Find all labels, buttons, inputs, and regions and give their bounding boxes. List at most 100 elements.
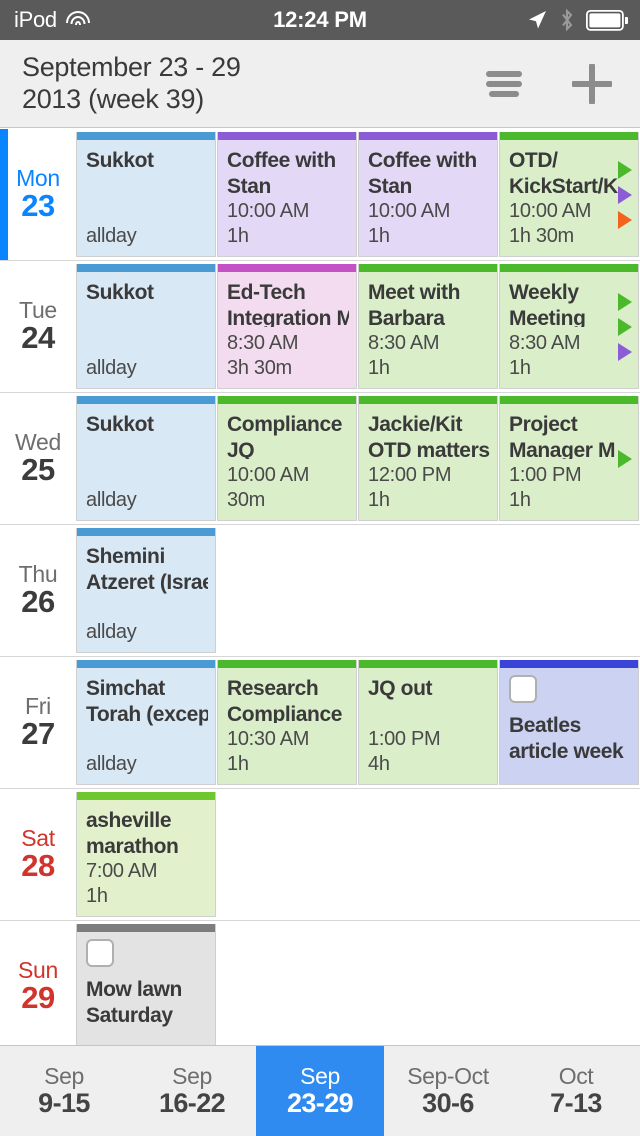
day-number-label: 27 <box>21 716 55 752</box>
event-block[interactable]: Ed-Tech Integration M 8:30 AM3h 30m <box>217 264 357 389</box>
day-row[interactable]: Sun 29 Mow lawn Saturday <box>0 921 640 1045</box>
day-row[interactable]: Tue24 Sukkot allday Ed-Tech Integration M 8:… <box>0 261 640 393</box>
event-color-bar <box>500 396 638 404</box>
week-grid[interactable]: Mon 23 Sukkot allday Coffee with Stan 10:00 A… <box>0 129 640 1045</box>
event-block[interactable]: JQ out 1:00 PM 4h <box>358 660 498 785</box>
status-bar: iPod 12:24 PM <box>0 0 640 40</box>
day-of-week-label: Sat <box>21 825 55 852</box>
week-selector-bar[interactable]: Sep 9-15 Sep 16-22 Sep 23-29 Sep-Oct 30-6 Oct 7-1… <box>0 1045 640 1136</box>
event-block[interactable]: Weekly Meeting 8:30 AM 1h <box>499 264 639 389</box>
event-block[interactable]: Shemini Atzeret (Israe allday <box>76 528 216 653</box>
event-color-bar <box>359 660 497 668</box>
event-color-bar <box>218 264 356 272</box>
day-events: Mow lawn Saturday <box>76 921 640 1045</box>
day-row[interactable]: Wed 25 Sukkot allday Compliance JQ 10:00 AM 30… <box>0 393 640 525</box>
event-color-bar <box>500 264 638 272</box>
day-number-label: 24 <box>21 320 55 356</box>
event-color-bar <box>77 396 215 404</box>
day-number-label: 26 <box>21 584 55 620</box>
event-block[interactable]: asheville marathon 7:00 AM 1h <box>76 792 216 917</box>
event-start-time: 8:30 AM <box>368 332 440 355</box>
day-label[interactable]: Sun 29 <box>0 921 76 1045</box>
event-duration: 3h 30m <box>227 356 292 379</box>
plus-icon[interactable] <box>572 63 612 104</box>
event-title: Beatles article week <box>509 714 624 763</box>
task-checkbox[interactable] <box>86 939 114 967</box>
event-title: Ed-Tech Integration M <box>227 281 349 328</box>
day-events: Shemini Atzeret (Israe allday <box>76 525 640 656</box>
day-label[interactable]: Tue 24 <box>0 261 76 392</box>
event-title: Jackie/Kit OTD matters <box>368 413 490 460</box>
day-of-week-label: Mon <box>16 165 60 192</box>
event-start-time: 10:00 AM <box>509 200 592 223</box>
event-duration: 1h <box>368 224 390 247</box>
week-selector-days: 16-22 <box>158 1087 226 1118</box>
event-title: Sukkot <box>86 413 154 436</box>
event-title: Sukkot <box>86 149 154 172</box>
week-selector-days: 23-29 <box>286 1087 354 1118</box>
week-selector-item[interactable]: Sep-Oct 30-6 <box>384 1046 512 1136</box>
event-color-bar <box>500 132 638 140</box>
event-spacer <box>368 702 490 728</box>
calendar-week-screen: iPod 12:24 PM September 23 - 29 2013 (we… <box>0 0 640 1136</box>
week-selector-month: Sep <box>300 1062 340 1089</box>
event-duration: 1h <box>509 356 531 379</box>
event-block[interactable]: Jackie/Kit OTD matters 12:00 PM 1h <box>358 396 498 521</box>
week-selector-month: Sep <box>172 1062 212 1089</box>
event-color-bar <box>359 264 497 272</box>
event-title: Mow lawn Saturday <box>86 978 182 1027</box>
day-row[interactable]: Mon 23 Sukkot allday Coffee with Stan 10:00 A… <box>0 129 640 261</box>
event-start-time: 12:00 PM <box>368 464 452 487</box>
event-duration: 1h <box>368 488 390 511</box>
day-events: Sukkot allday Coffee with Stan 10:00 AM 1h Co… <box>76 129 640 260</box>
week-selector-month: Oct <box>558 1062 594 1089</box>
event-spacer <box>86 595 208 621</box>
event-title: Weekly Meeting <box>509 281 586 328</box>
task-checkbox[interactable] <box>509 675 537 703</box>
event-block[interactable]: Sukkot allday <box>76 264 216 389</box>
event-block[interactable]: Sukkot allday <box>76 132 216 257</box>
event-block[interactable]: Sukkot allday <box>76 396 216 521</box>
event-title: Coffee with Stan <box>227 149 336 196</box>
day-label[interactable]: Mon 23 <box>0 129 76 260</box>
day-row[interactable]: Fri 27 Simchat Torah (excep allday Research … <box>0 657 640 789</box>
event-title: OTD/ KickStart/K <box>509 149 618 196</box>
event-block[interactable]: Coffee with Stan 10:00 AM 1h <box>358 132 498 257</box>
week-selector-item[interactable]: Sep 9-15 <box>0 1046 128 1136</box>
day-row[interactable]: Sat 28 asheville marathon 7:00 AM 1h <box>0 789 640 921</box>
event-start-time: 8:30 AM <box>509 332 581 355</box>
event-start-time: 10:00 AM <box>227 464 310 487</box>
event-title: Compliance JQ <box>227 413 343 460</box>
week-selector-item[interactable]: Sep 23-29 <box>256 1046 384 1136</box>
event-block[interactable]: Simchat Torah (excep allday <box>76 660 216 785</box>
day-number-label: 29 <box>21 980 55 1016</box>
task-block[interactable]: Mow lawn Saturday <box>76 924 216 1045</box>
event-duration: 1h <box>227 224 249 247</box>
page-title-line1: September 23 - 29 <box>22 51 241 82</box>
event-spacer <box>86 438 208 489</box>
day-label[interactable]: Thu 26 <box>0 525 76 656</box>
task-block[interactable]: Beatles article week <box>499 660 639 785</box>
week-selector-item[interactable]: Oct 7-13 <box>512 1046 640 1136</box>
event-block[interactable]: OTD/ KickStart/K 10:00 AM 1h 30m <box>499 132 639 257</box>
day-row[interactable]: Thu26Shemini Atzeret (Israeallday <box>0 525 640 657</box>
event-block[interactable]: Project Manager M 1:00 PM 1h <box>499 396 639 521</box>
event-block[interactable]: Coffee with Stan 10:00 AM 1h <box>217 132 357 257</box>
day-label[interactable]: Sat 28 <box>0 789 76 920</box>
day-label[interactable]: Fri 27 <box>0 657 76 788</box>
event-duration: 1h 30m <box>509 224 574 247</box>
event-title: Project Manager M <box>509 413 616 460</box>
day-label[interactable]: Wed 25 <box>0 393 76 524</box>
event-allday-label: allday <box>86 753 137 775</box>
event-spacer <box>86 306 208 357</box>
hamburger-menu-icon[interactable] <box>486 70 522 97</box>
event-allday-label: allday <box>86 489 137 511</box>
event-block[interactable]: Meet with Barbara 8:30 AM 1h <box>358 264 498 389</box>
event-block[interactable]: Compliance JQ 10:00 AM 30m <box>217 396 357 521</box>
week-selector-item[interactable]: Sep 16-22 <box>128 1046 256 1136</box>
event-block[interactable]: Research Compliance 10:30 AM 1h <box>217 660 357 785</box>
event-start-time: 1:00 PM <box>509 464 582 487</box>
event-spacer <box>509 764 631 776</box>
event-duration: 30m <box>227 488 266 511</box>
event-start-time: 10:00 AM <box>227 200 310 223</box>
